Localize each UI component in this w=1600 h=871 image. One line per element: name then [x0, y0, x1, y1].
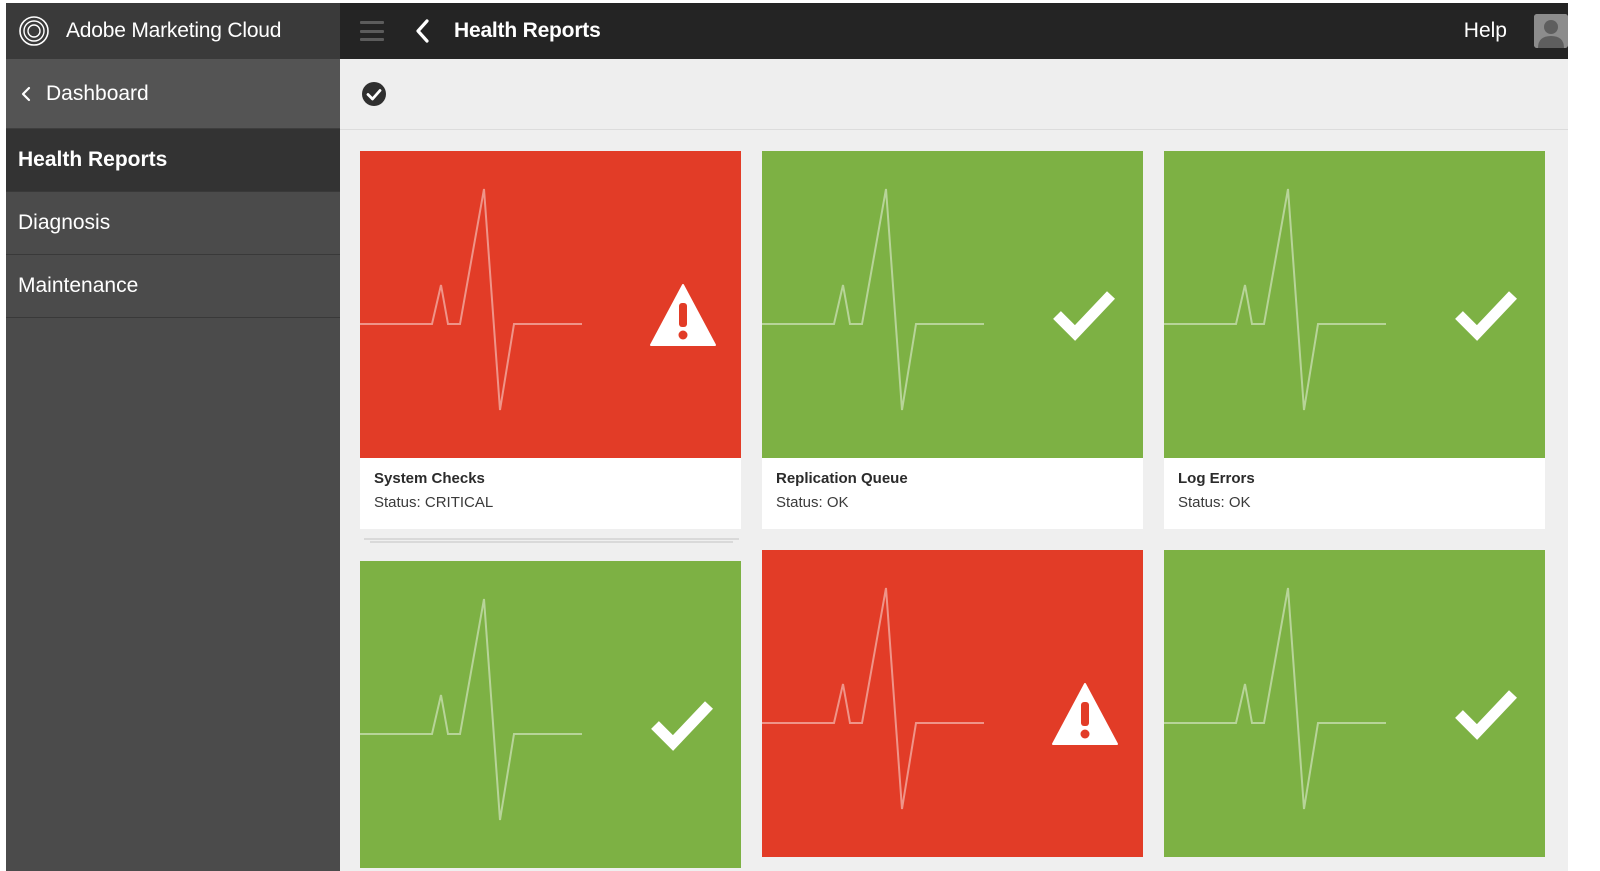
- card-name: Log Errors: [1178, 470, 1255, 487]
- health-card-log-errors[interactable]: Log Errors Status: OK: [1164, 151, 1545, 529]
- card-visual: [360, 561, 741, 868]
- card-stack-edge: [364, 538, 739, 540]
- card-info: System Checks Status: CRITICAL: [360, 458, 741, 529]
- chevron-left-icon: [21, 86, 31, 101]
- health-card-4[interactable]: [360, 561, 741, 868]
- sidebar-item-diagnosis[interactable]: Diagnosis: [6, 192, 340, 255]
- card-stack-edge: [370, 541, 733, 543]
- checkmark-icon: [651, 701, 713, 751]
- warning-icon: [1052, 683, 1118, 745]
- card-status: Status: OK: [1178, 494, 1251, 511]
- help-link[interactable]: Help: [1464, 19, 1507, 43]
- sidebar: Dashboard Health Reports Diagnosis Maint…: [6, 59, 340, 871]
- checkmark-icon: [1455, 291, 1517, 341]
- checkmark-icon: [1455, 690, 1517, 740]
- back-button[interactable]: [414, 18, 432, 44]
- card-status: Status: CRITICAL: [374, 494, 494, 511]
- sidebar-item-label: Health Reports: [18, 148, 168, 171]
- sidebar-item-label: Diagnosis: [18, 211, 111, 234]
- card-info: Log Errors Status: OK: [1164, 458, 1545, 529]
- checkmark-icon: [1053, 291, 1115, 341]
- page-title: Health Reports: [454, 19, 601, 42]
- warning-icon: [650, 284, 716, 346]
- user-avatar-icon[interactable]: [1534, 14, 1568, 48]
- chevron-left-icon: [416, 19, 429, 43]
- card-visual: [360, 151, 741, 458]
- card-visual: [762, 151, 1143, 458]
- select-check-circle-icon[interactable]: [361, 81, 387, 107]
- card-status: Status: OK: [776, 494, 849, 511]
- adobe-marketing-cloud-logo-icon: [19, 16, 49, 46]
- card-info: Replication Queue Status: OK: [762, 458, 1143, 529]
- card-visual: [1164, 550, 1545, 857]
- health-card-replication-queue[interactable]: Replication Queue Status: OK: [762, 151, 1143, 529]
- top-bar: Health Reports Help: [340, 3, 1568, 59]
- app-title: Adobe Marketing Cloud: [66, 19, 282, 42]
- window-edge: [1568, 0, 1600, 871]
- card-name: Replication Queue: [776, 470, 908, 487]
- sidebar-item-maintenance[interactable]: Maintenance: [6, 255, 340, 318]
- card-visual: [1164, 151, 1545, 458]
- sidebar-item-health-reports[interactable]: Health Reports: [6, 129, 340, 192]
- sidebar-item-label: Maintenance: [18, 274, 139, 297]
- card-name: System Checks: [374, 470, 485, 487]
- toolbar: [340, 59, 1568, 130]
- sidebar-back-dashboard[interactable]: Dashboard: [6, 59, 340, 129]
- health-card-5[interactable]: [762, 550, 1143, 857]
- hamburger-menu-icon[interactable]: [360, 21, 384, 41]
- health-card-6[interactable]: [1164, 550, 1545, 857]
- card-visual: [762, 550, 1143, 857]
- sidebar-back-label: Dashboard: [46, 81, 149, 105]
- main-content: System Checks Status: CRITICAL Replicati…: [340, 59, 1568, 871]
- health-card-system-checks[interactable]: System Checks Status: CRITICAL: [360, 151, 741, 529]
- brand-bar: Adobe Marketing Cloud: [6, 3, 340, 59]
